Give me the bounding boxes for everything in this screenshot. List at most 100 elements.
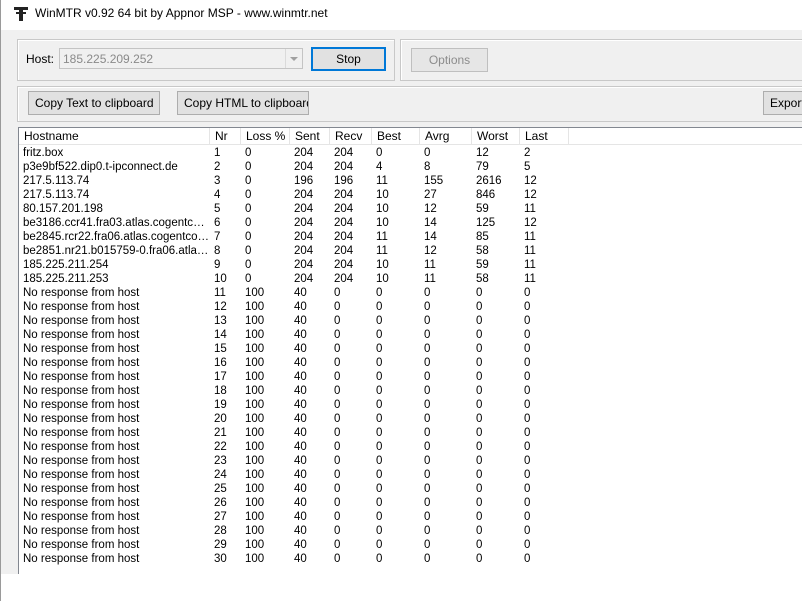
table-row[interactable]: No response from host 15 100 40 0 0 0 0 0 — [19, 342, 802, 356]
table-row[interactable]: No response from host 30 100 40 0 0 0 0 0 — [19, 552, 802, 566]
cell-best: 0 — [376, 441, 383, 453]
title-bar[interactable]: WinMTR v0.92 64 bit by Appnor MSP - www.… — [1, 0, 802, 30]
table-row[interactable]: fritz.box 1 0 204 204 0 0 12 2 — [19, 146, 802, 160]
header-col-sent[interactable]: Sent — [290, 128, 330, 144]
cell-nr: 24 — [214, 469, 227, 481]
table-row[interactable]: No response from host 17 100 40 0 0 0 0 0 — [19, 370, 802, 384]
table-row[interactable]: 185.225.211.254 9 0 204 204 10 11 59 11 — [19, 258, 802, 272]
header-col-best[interactable]: Best — [372, 128, 420, 144]
cell-last: 0 — [524, 343, 531, 355]
cell-loss: 100 — [245, 315, 265, 327]
copy-text-button[interactable]: Copy Text to clipboard — [28, 91, 160, 115]
window-bottom-area — [1, 574, 802, 601]
cell-hostname: No response from host — [23, 385, 140, 397]
header-col-recv[interactable]: Recv — [330, 128, 372, 144]
cell-recv: 204 — [334, 147, 354, 159]
cell-loss: 0 — [245, 273, 252, 285]
cell-last: 0 — [524, 371, 531, 383]
table-row[interactable]: No response from host 24 100 40 0 0 0 0 0 — [19, 468, 802, 482]
table-row[interactable]: 80.157.201.198 5 0 204 204 10 12 59 11 — [19, 202, 802, 216]
cell-avrg: 27 — [424, 189, 437, 201]
table-row[interactable]: No response from host 14 100 40 0 0 0 0 0 — [19, 328, 802, 342]
cell-nr: 6 — [214, 217, 221, 229]
cell-best: 0 — [376, 147, 383, 159]
cell-nr: 13 — [214, 315, 227, 327]
table-row[interactable]: No response from host 25 100 40 0 0 0 0 0 — [19, 482, 802, 496]
table-row[interactable]: be2851.nr21.b015759-0.fra06.atlas.c... 8 0… — [19, 244, 802, 258]
table-row[interactable]: No response from host 28 100 40 0 0 0 0 0 — [19, 524, 802, 538]
cell-best: 10 — [376, 189, 389, 201]
cell-nr: 2 — [214, 161, 221, 173]
export-button[interactable]: Export — [763, 91, 802, 115]
cell-nr: 20 — [214, 413, 227, 425]
cell-avrg: 14 — [424, 231, 437, 243]
cell-loss: 100 — [245, 329, 265, 341]
cell-loss: 100 — [245, 525, 265, 537]
table-row[interactable]: No response from host 22 100 40 0 0 0 0 0 — [19, 440, 802, 454]
chevron-down-icon[interactable] — [285, 49, 302, 68]
cell-nr: 3 — [214, 175, 221, 187]
cell-hostname: p3e9bf522.dip0.t-ipconnect.de — [23, 161, 178, 173]
table-row[interactable]: p3e9bf522.dip0.t-ipconnect.de 2 0 204 204 4 8 7… — [19, 160, 802, 174]
results-list[interactable]: Hostname Nr Loss % Sent Recv Best Avrg Worst Las… — [18, 127, 802, 574]
cell-hostname: No response from host — [23, 301, 140, 313]
header-col-last[interactable]: Last — [520, 128, 569, 144]
cell-avrg: 0 — [424, 329, 431, 341]
cell-last: 0 — [524, 511, 531, 523]
header-col-hostname[interactable]: Hostname — [19, 128, 210, 144]
table-row[interactable]: 217.5.113.74 3 0 196 196 11 155 2616 12 — [19, 174, 802, 188]
cell-last: 0 — [524, 441, 531, 453]
table-row[interactable]: No response from host 21 100 40 0 0 0 0 0 — [19, 426, 802, 440]
table-row[interactable]: No response from host 20 100 40 0 0 0 0 0 — [19, 412, 802, 426]
options-button[interactable]: Options — [411, 48, 488, 72]
cell-sent: 40 — [294, 385, 307, 397]
cell-loss: 0 — [245, 175, 252, 187]
cell-sent: 40 — [294, 301, 307, 313]
cell-worst: 59 — [476, 259, 489, 271]
cell-worst: 0 — [476, 483, 483, 495]
table-row[interactable]: No response from host 11 100 40 0 0 0 0 0 — [19, 286, 802, 300]
stop-button[interactable]: Stop — [311, 47, 386, 71]
cell-worst: 0 — [476, 553, 483, 565]
cell-hostname: No response from host — [23, 315, 140, 327]
cell-nr: 23 — [214, 455, 227, 467]
cell-recv: 0 — [334, 511, 341, 523]
table-row[interactable]: No response from host 27 100 40 0 0 0 0 0 — [19, 510, 802, 524]
list-header: Hostname Nr Loss % Sent Recv Best Avrg Worst Las… — [19, 128, 802, 145]
copy-html-button[interactable]: Copy HTML to clipboard — [177, 91, 309, 115]
cell-loss: 0 — [245, 161, 252, 173]
cell-nr: 28 — [214, 525, 227, 537]
cell-loss: 100 — [245, 399, 265, 411]
table-row[interactable]: No response from host 26 100 40 0 0 0 0 0 — [19, 496, 802, 510]
cell-sent: 40 — [294, 483, 307, 495]
table-row[interactable]: No response from host 18 100 40 0 0 0 0 0 — [19, 384, 802, 398]
cell-loss: 0 — [245, 259, 252, 271]
table-row[interactable]: be2845.rcr22.fra06.atlas.cogentco.c... 7 0… — [19, 230, 802, 244]
header-col-avrg[interactable]: Avrg — [420, 128, 472, 144]
table-row[interactable]: No response from host 12 100 40 0 0 0 0 0 — [19, 300, 802, 314]
cell-best: 11 — [376, 175, 388, 187]
cell-loss: 100 — [245, 301, 265, 313]
table-row[interactable]: No response from host 19 100 40 0 0 0 0 0 — [19, 398, 802, 412]
table-row[interactable]: be3186.ccr41.fra03.atlas.cogentco.c... 6 0… — [19, 216, 802, 230]
cell-best: 11 — [376, 231, 388, 243]
cell-loss: 100 — [245, 511, 265, 523]
table-row[interactable]: No response from host 16 100 40 0 0 0 0 0 — [19, 356, 802, 370]
cell-avrg: 11 — [424, 273, 436, 285]
header-col-nr[interactable]: Nr — [210, 128, 241, 144]
table-row[interactable]: 217.5.113.74 4 0 204 204 10 27 846 12 — [19, 188, 802, 202]
cell-last: 0 — [524, 413, 531, 425]
table-row[interactable]: No response from host 29 100 40 0 0 0 0 0 — [19, 538, 802, 552]
cell-recv: 0 — [334, 553, 341, 565]
host-combobox[interactable]: 185.225.209.252 — [59, 48, 303, 69]
cell-last: 12 — [524, 175, 537, 187]
table-row[interactable]: 185.225.211.253 10 0 204 204 10 11 58 11 — [19, 272, 802, 286]
header-col-loss[interactable]: Loss % — [241, 128, 290, 144]
cell-sent: 40 — [294, 469, 307, 481]
cell-sent: 40 — [294, 525, 307, 537]
table-row[interactable]: No response from host 23 100 40 0 0 0 0 0 — [19, 454, 802, 468]
cell-nr: 16 — [214, 357, 227, 369]
table-row[interactable]: No response from host 13 100 40 0 0 0 0 0 — [19, 314, 802, 328]
header-col-worst[interactable]: Worst — [472, 128, 520, 144]
cell-best: 0 — [376, 469, 383, 481]
